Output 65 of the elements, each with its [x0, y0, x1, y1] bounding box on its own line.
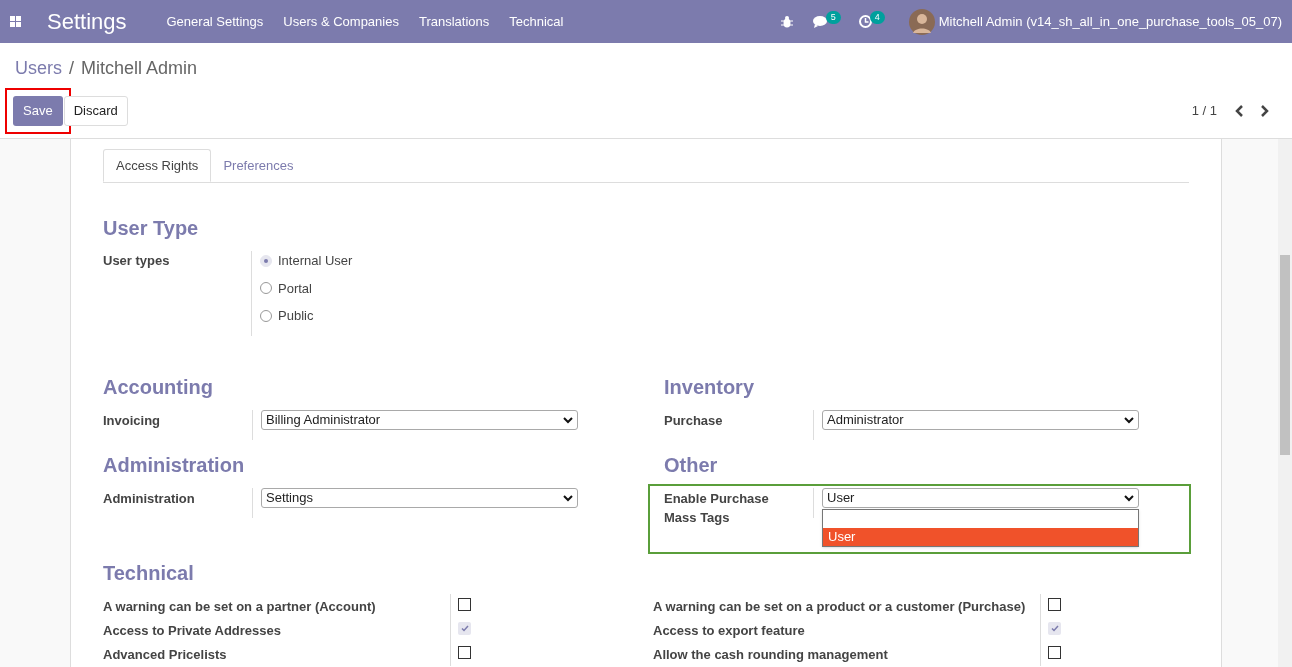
field-label: Invoicing — [103, 411, 162, 430]
checkbox[interactable] — [458, 597, 471, 611]
chevron-down-icon — [1124, 493, 1134, 502]
menu-item[interactable]: Users & Companies — [283, 11, 399, 32]
checkbox[interactable] — [458, 645, 471, 659]
section-title: User Type — [103, 216, 200, 241]
tab[interactable]: Access Rights — [103, 149, 212, 182]
clock-icon[interactable] — [858, 15, 872, 28]
check-icon — [460, 624, 469, 632]
section-title: Administration — [103, 452, 246, 478]
check-icon — [1050, 624, 1059, 632]
discard-button[interactable]: Discard — [63, 96, 128, 126]
select-field[interactable]: Settings — [261, 487, 578, 508]
field-label: A warning can be set on a partner (Account) — [103, 597, 377, 616]
select-field[interactable]: Administrator — [822, 409, 1139, 430]
select-field[interactable]: Billing Administrator — [261, 409, 578, 430]
select-value: Administrator — [827, 410, 904, 429]
section-title: Inventory — [664, 374, 756, 400]
dropdown-option[interactable]: User — [823, 527, 1138, 546]
field-label: Purchase — [664, 411, 724, 430]
checkbox[interactable] — [1048, 621, 1061, 635]
section-title: Technical — [103, 560, 195, 586]
breadcrumb-current: Mitchell Admin — [81, 57, 198, 80]
menu-item[interactable]: Translations — [418, 11, 490, 32]
select-value: Billing Administrator — [266, 410, 381, 429]
radio-label: Public — [278, 307, 314, 325]
user-name[interactable]: Mitchell Admin (v14_sh_all_in_one_purchase_tools_05_07) — [938, 11, 1282, 32]
field-label: Access to export feature — [653, 621, 806, 640]
field-label: Access to Private Addresses — [103, 621, 282, 640]
breadcrumb-separator: / — [69, 57, 75, 80]
checkbox[interactable] — [1048, 645, 1061, 659]
field-label: Enable Purchase Mass Tags — [664, 489, 770, 527]
pager-value: 1 / 1 — [1191, 102, 1217, 121]
field-label: User types — [103, 252, 171, 270]
field-label: Administration — [103, 489, 196, 508]
select-value: User — [827, 488, 855, 507]
scrollbar[interactable] — [1278, 139, 1292, 667]
select-value: Settings — [266, 488, 313, 507]
checkbox[interactable] — [458, 621, 471, 635]
apps-grid-icon[interactable] — [10, 16, 21, 27]
breadcrumb-link[interactable]: Users — [15, 55, 62, 82]
field-label: A warning can be set on a product or a customer (Purchase) — [653, 597, 1027, 616]
app-title: Settings — [47, 8, 127, 36]
chevron-down-icon — [563, 493, 573, 502]
menu-item[interactable]: Technical — [509, 11, 564, 32]
section-title: Accounting — [103, 374, 214, 400]
tab[interactable]: Preferences — [211, 149, 306, 182]
field-label: Allow the cash rounding management — [653, 645, 889, 664]
chevron-down-icon — [1124, 415, 1134, 424]
count-badge: 4 — [869, 10, 885, 25]
save-button[interactable]: Save — [13, 96, 63, 126]
section-title: Other — [664, 452, 719, 478]
chat-icon[interactable] — [812, 15, 828, 28]
select-field[interactable]: User — [822, 487, 1139, 508]
count-badge: 5 — [825, 10, 841, 25]
chevron-down-icon — [563, 415, 573, 424]
chevron-left-icon[interactable] — [1235, 105, 1244, 117]
menu-item[interactable]: General Settings — [166, 11, 264, 32]
field-label: Advanced Pricelists — [103, 645, 228, 664]
radio-label: Internal User — [278, 252, 353, 270]
chevron-right-icon[interactable] — [1260, 105, 1269, 117]
checkbox[interactable] — [1048, 597, 1061, 611]
radio-label: Portal — [278, 279, 312, 298]
avatar-icon[interactable] — [908, 8, 935, 35]
bug-icon[interactable] — [780, 15, 793, 28]
